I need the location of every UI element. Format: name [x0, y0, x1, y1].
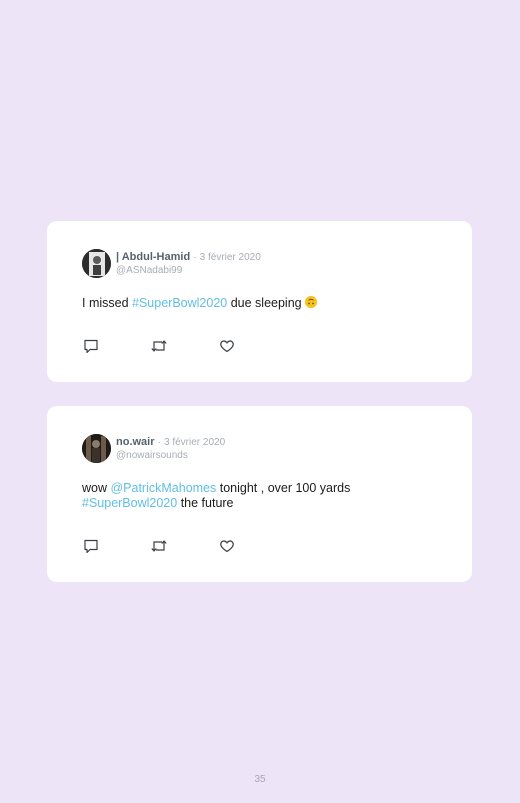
retweet-icon[interactable] — [150, 538, 168, 554]
tweet-date[interactable]: 3 février 2020 — [200, 252, 261, 263]
user-handle[interactable]: @ASNadabi99 — [116, 264, 261, 277]
user-name[interactable]: no.wair — [116, 436, 155, 448]
page-number: 35 — [254, 774, 266, 785]
user-handle[interactable]: @nowairsounds — [116, 449, 225, 462]
tweet-card: | Abdul-Hamid · 3 février 2020 @ASNadabi… — [47, 221, 472, 382]
hashtag-link[interactable]: #SuperBowl2020 — [132, 296, 227, 310]
like-icon[interactable] — [218, 538, 236, 554]
reply-icon[interactable] — [82, 338, 100, 354]
tweet-actions — [82, 338, 286, 354]
reply-icon[interactable] — [82, 538, 100, 554]
tweet-text-part: wow — [82, 481, 111, 495]
tweet-actions — [82, 538, 286, 554]
tweet-text-part: tonight , over 100 yards — [216, 481, 351, 495]
tweet-text-part: I missed — [82, 296, 133, 310]
avatar[interactable] — [82, 434, 111, 463]
tweet-text: wow @PatrickMahomes tonight , over 100 y… — [82, 481, 442, 511]
separator-dot: · — [157, 436, 161, 448]
tweet-date[interactable]: 3 février 2020 — [164, 437, 225, 448]
avatar[interactable] — [82, 249, 111, 278]
tweet-header: | Abdul-Hamid · 3 février 2020 @ASNadabi… — [82, 249, 261, 278]
mention-link[interactable]: @PatrickMahomes — [110, 481, 216, 495]
tweet-text-part: the future — [177, 496, 234, 510]
separator-dot: · — [193, 251, 197, 263]
tweet-text: I missed #SuperBowl2020 due sleeping — [82, 296, 442, 311]
tweet-text-part: due sleeping — [227, 296, 306, 310]
upside-down-face-emoji — [305, 296, 318, 308]
tweet-header: no.wair · 3 février 2020 @nowairsounds — [82, 434, 225, 463]
retweet-icon[interactable] — [150, 338, 168, 354]
like-icon[interactable] — [218, 338, 236, 354]
user-name[interactable]: | Abdul-Hamid — [116, 251, 190, 263]
tweet-card: no.wair · 3 février 2020 @nowairsounds w… — [47, 406, 472, 582]
hashtag-link[interactable]: #SuperBowl2020 — [82, 496, 177, 510]
